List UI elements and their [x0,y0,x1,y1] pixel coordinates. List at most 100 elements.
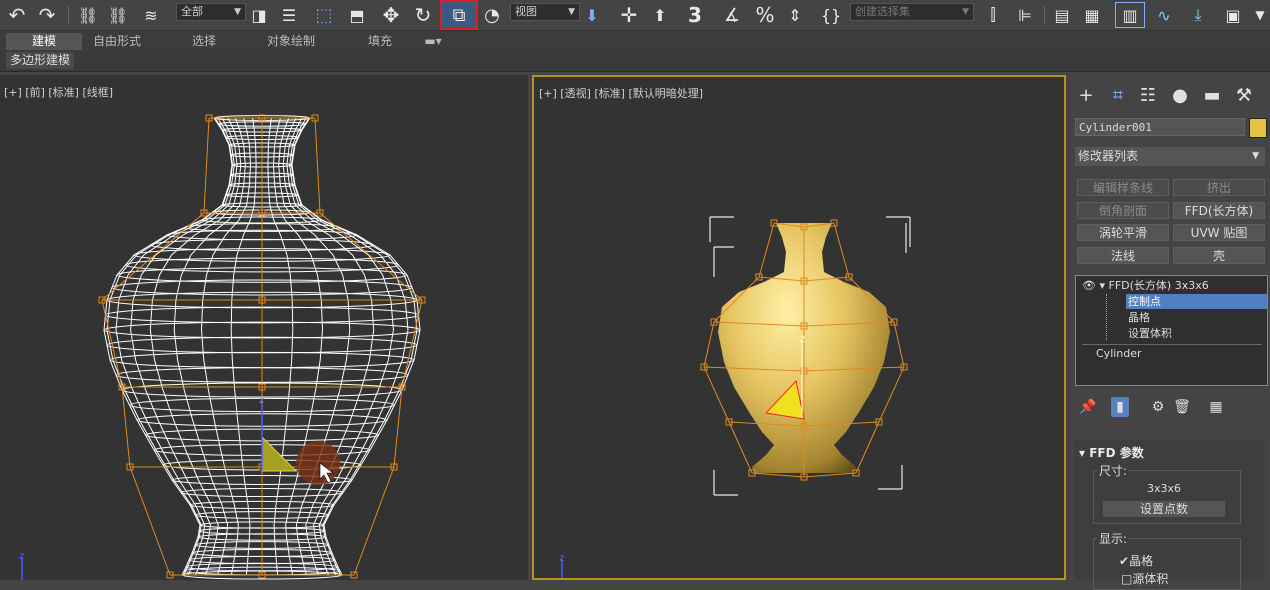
toolbar-divider [1044,6,1045,24]
chevron-down-icon: ▼ [1252,151,1259,161]
tab-freeform[interactable]: 自由形式 [82,33,152,50]
percent-snap-icon[interactable]: % [752,3,778,27]
redo-icon[interactable]: ↷ [36,3,58,27]
object-color-swatch[interactable] [1249,118,1267,138]
stack-sub-set-volume[interactable]: 设置体积 [1128,326,1172,341]
modifier-stack: 👁 ▾ FFD(长方体) 3x3x6 控制点 晶格 设置体积 Cylinder [1075,275,1268,386]
set-points-button[interactable]: 设置点数 [1103,501,1225,517]
rollout-header[interactable]: ▾ FFD 参数 [1079,444,1144,461]
hierarchy-tab-icon[interactable]: ☷ [1136,83,1160,107]
perspective-viewport[interactable]: [+] [透视] [标准] [默认明暗处理] z z [532,75,1066,580]
mesh-meridian [106,117,234,576]
move-icon[interactable]: ✥ [378,3,404,27]
display-tab-icon[interactable]: ▬ [1200,83,1224,107]
named-selection-placeholder: 创建选择集 [855,5,910,18]
layer-explorer-icon[interactable]: ▦ [1080,3,1104,27]
dimensions-value: 3x3x6 [1147,482,1182,495]
display-title: 显示: [1097,530,1130,547]
ribbon-options-icon[interactable]: ▬▾ [418,33,448,50]
unlink-icon[interactable]: ⛓ [106,3,130,27]
undo-icon[interactable]: ↶ [6,3,28,27]
check-icon: ✔ [1119,554,1130,568]
command-panel-tabs: + ⌗ ☷ ● ▬ ⚒ [1070,81,1270,111]
pin-stack-icon[interactable]: 📌 [1079,397,1097,417]
chevron-down-icon[interactable]: ▼ [1252,3,1268,27]
ribbon-tabs: 建模 自由形式 选择 对象绘制 填充 ▬▾ [0,31,1270,51]
viewport-sync-icon[interactable]: ◔ [480,3,504,27]
cursor-highlight [296,441,340,485]
angle-snap-icon[interactable]: ∡ [718,3,746,27]
reference-coordinate-dropdown[interactable]: 视图 ▼ [510,3,580,21]
toolbar-divider [68,6,69,24]
shell-button[interactable]: 壳 [1173,247,1265,264]
curve-editor-icon[interactable]: ∿ [1150,3,1178,27]
uvw-map-button[interactable]: UVW 贴图 [1173,224,1265,241]
rotate-icon[interactable]: ↻ [412,3,434,27]
checkbox-empty-icon: □ [1121,572,1133,586]
motion-tab-icon[interactable]: ● [1168,83,1192,107]
toggle-ribbon-icon[interactable]: ▥ [1115,2,1145,28]
lattice-label: 晶格 [1129,554,1154,568]
stack-item-ffd[interactable]: 👁 ▾ FFD(长方体) 3x3x6 [1082,278,1209,293]
window-crossing-icon[interactable]: ⬒ [346,3,368,27]
mesh-meridian [291,117,421,576]
link-icon[interactable]: ⛓ [76,3,100,27]
front-viewport[interactable]: [+] [前] [标准] [线框] z z [0,75,528,580]
render-frame-icon[interactable]: ▣ [1220,3,1246,27]
bind-spacewarp-icon[interactable]: ≋ [138,3,164,27]
extrude-button[interactable]: 挤出 [1173,179,1265,196]
lattice-checkbox[interactable]: ✔晶格 [1119,552,1153,569]
tab-object-paint[interactable]: 对象绘制 [256,33,326,50]
snap-toggle-glyph: 3 [688,3,702,27]
layer-icon[interactable]: ▤ [1050,3,1074,27]
show-end-result-icon[interactable]: ▮ [1111,397,1129,417]
stack-sub-lattice[interactable]: 晶格 [1128,310,1150,325]
select-by-name-icon[interactable]: ☰ [278,3,300,27]
keyboard-shortcut-icon[interactable]: ⬆ [648,3,672,27]
rect-selection-icon[interactable]: ⬚ [310,3,338,27]
ffd-parameters-rollout: ▾ FFD 参数 尺寸: 3x3x6 设置点数 显示: ✔晶格 □源体积 [1075,440,1265,590]
spinner-snap-icon[interactable]: ⇕ [784,3,806,27]
named-selection-input[interactable]: 创建选择集 ▼ [850,3,974,21]
configure-sets-icon[interactable]: ▦ [1207,397,1225,417]
modify-tab-icon[interactable]: ⌗ [1106,83,1130,107]
percent-snap-glyph: % [755,3,775,27]
chevron-down-icon: ▼ [962,7,969,17]
ffd-box-button[interactable]: FFD(长方体) [1173,202,1265,219]
scale-icon[interactable]: ⧉ [440,0,478,30]
make-unique-icon[interactable]: ⚙ [1149,397,1167,417]
create-tab-icon[interactable]: + [1074,83,1098,107]
tab-populate[interactable]: 填充 [350,33,410,50]
expand-arrow-icon[interactable]: ▾ [1099,279,1105,292]
render-setup-icon[interactable]: ⤓ [1184,3,1212,27]
stack-item-cylinder[interactable]: Cylinder [1096,346,1142,361]
bevel-profile-button[interactable]: 倒角剖面 [1077,202,1169,219]
polygon-modeling-label[interactable]: 多边形建模 [6,52,75,69]
main-toolbar: ↶ ↷ ⛓ ⛓ ≋ 全部 ▼ ◨ ☰ ⬚ ⬒ ✥ ↻ ⧉ ◔ 视图 ▼ ⬇ ✛ ⬆ … [0,0,1270,31]
normal-button[interactable]: 法线 [1077,247,1169,264]
selection-filter-dropdown[interactable]: 全部 ▼ [176,3,246,21]
source-volume-label: 源体积 [1132,572,1169,586]
edit-spline-button[interactable]: 编辑样条线 [1077,179,1169,196]
remove-modifier-icon[interactable]: 🗑 [1173,397,1191,417]
modifier-list-dropdown[interactable]: 修改器列表 ▼ [1075,147,1265,166]
stack-sub-control-points[interactable]: 控制点 [1126,294,1267,309]
align-icon[interactable]: ⊫ [1012,3,1038,27]
turbosmooth-button[interactable]: 涡轮平滑 [1077,224,1169,241]
tab-selection[interactable]: 选择 [172,33,236,50]
gizmo-z-label: z [800,334,805,345]
pivot-icon[interactable]: ⬇ [580,3,604,27]
utilities-tab-icon[interactable]: ⚒ [1232,83,1256,107]
tree-connector [1106,294,1110,340]
snaps-icon[interactable]: ✛ [616,3,642,27]
stack-item-ffd-label: FFD(长方体) 3x3x6 [1108,279,1209,292]
named-selection-icon[interactable]: {} [818,3,844,27]
select-object-icon[interactable]: ◨ [248,3,270,27]
source-volume-checkbox[interactable]: □源体积 [1121,570,1168,587]
mesh-meridian [286,117,394,576]
mirror-icon[interactable]: ⫿ [980,3,1006,27]
object-name-field[interactable]: Cylinder001 [1075,118,1245,136]
eye-icon[interactable]: 👁 [1082,279,1096,292]
snap-toggle-icon[interactable]: 3 [684,3,706,27]
tab-modeling[interactable]: 建模 [6,33,82,50]
